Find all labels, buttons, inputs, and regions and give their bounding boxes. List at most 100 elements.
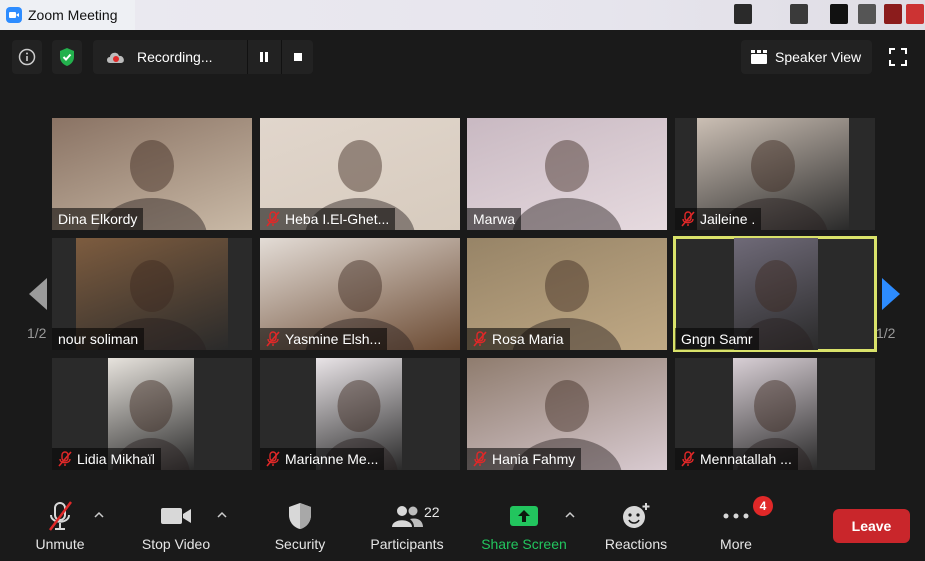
participant-name: Yasmine Elsh... xyxy=(285,331,382,347)
more-ellipsis-icon xyxy=(723,513,749,519)
reactions-smiley-icon xyxy=(623,503,650,528)
mic-muted-icon xyxy=(681,451,695,467)
speaker-view-icon xyxy=(751,50,767,64)
previous-page-arrow[interactable] xyxy=(25,274,51,314)
recording-indicator: Recording... xyxy=(93,40,313,74)
participant-name-label: Rosa Maria xyxy=(467,328,570,350)
more-label: More xyxy=(720,536,752,552)
participant-name-label: Lidia Mikhaïl xyxy=(52,448,161,470)
info-icon xyxy=(18,48,36,66)
participant-name-label: Jaileine . xyxy=(675,208,762,230)
video-options-chevron-up-icon[interactable] xyxy=(217,510,227,520)
share-screen-arrow-icon xyxy=(510,506,538,526)
mic-muted-icon xyxy=(473,451,487,467)
participant-name-label: Yasmine Elsh... xyxy=(260,328,388,350)
participant-name: Rosa Maria xyxy=(492,331,564,347)
participant-tile[interactable]: Marianne Me... xyxy=(260,358,460,470)
mic-muted-icon xyxy=(681,211,695,227)
bg-app-swatch xyxy=(790,4,808,24)
participants-button[interactable]: Participants xyxy=(364,490,450,561)
share-screen-label: Share Screen xyxy=(481,536,567,552)
unmute-label: Unmute xyxy=(35,536,85,552)
page-indicator-left: 1/2 xyxy=(27,325,47,341)
mic-muted-icon xyxy=(58,451,72,467)
mic-muted-icon xyxy=(266,211,280,227)
participant-name-label: Hania Fahmy xyxy=(467,448,582,470)
title-bar: Zoom Meeting xyxy=(0,0,925,30)
meeting-info-button[interactable] xyxy=(12,40,42,74)
unmute-button[interactable]: Unmute xyxy=(28,490,92,561)
mic-muted-icon xyxy=(266,331,280,347)
zoom-app-icon xyxy=(6,7,22,23)
participants-label: Participants xyxy=(370,536,444,552)
participant-tile[interactable]: Dina Elkordy xyxy=(52,118,252,230)
participant-name: Heba I.El-Ghet... xyxy=(285,211,390,227)
participant-tile[interactable]: Rosa Maria xyxy=(467,238,667,350)
audio-options-chevron-up-icon[interactable] xyxy=(94,510,104,520)
next-page-arrow[interactable] xyxy=(878,274,904,314)
meeting-toolbar: Unmute Stop Video Security Participants xyxy=(0,490,925,561)
participant-name: Lidia Mikhaïl xyxy=(77,451,155,467)
bg-app-swatch xyxy=(906,4,924,24)
participant-tile[interactable]: Yasmine Elsh... xyxy=(260,238,460,350)
speaker-view-button[interactable]: Speaker View xyxy=(741,40,872,74)
chevron-right-icon xyxy=(882,278,900,310)
reactions-button[interactable]: Reactions xyxy=(600,490,672,561)
participant-name-label: Marianne Me... xyxy=(260,448,385,470)
speaker-view-label: Speaker View xyxy=(775,49,862,65)
participant-name-label: Gngn Samr xyxy=(675,328,759,350)
mic-muted-icon xyxy=(266,451,280,467)
share-options-chevron-up-icon[interactable] xyxy=(565,510,575,520)
participant-tile[interactable]: Mennatallah ... xyxy=(675,358,875,470)
recording-label: Recording... xyxy=(137,49,213,65)
participant-tile[interactable]: Marwa xyxy=(467,118,667,230)
participant-name: Mennatallah ... xyxy=(700,451,792,467)
encryption-shield-button[interactable] xyxy=(52,40,82,74)
pause-recording-button[interactable] xyxy=(247,40,279,74)
video-camera-icon xyxy=(161,508,191,524)
participants-count: 22 xyxy=(424,504,440,520)
participant-tile[interactable]: Lidia Mikhaïl xyxy=(52,358,252,470)
participant-tile[interactable]: Gngn Samr xyxy=(673,236,877,352)
chevron-left-icon xyxy=(29,278,47,310)
participant-tile[interactable]: Hania Fahmy xyxy=(467,358,667,470)
window-title: Zoom Meeting xyxy=(28,7,118,23)
participant-name-label: nour soliman xyxy=(52,328,145,350)
security-button[interactable]: Security xyxy=(268,490,332,561)
bg-app-swatch xyxy=(734,4,752,24)
more-notification-badge: 4 xyxy=(753,496,773,516)
participant-tile[interactable]: nour soliman xyxy=(52,238,252,350)
participant-name: Marianne Me... xyxy=(285,451,379,467)
bg-app-swatch xyxy=(858,4,876,24)
participant-name: Gngn Samr xyxy=(681,331,753,347)
participants-icon xyxy=(392,506,423,527)
stop-video-button[interactable]: Stop Video xyxy=(136,490,216,561)
bg-app-swatch xyxy=(830,4,848,24)
participant-tile[interactable]: Jaileine . xyxy=(675,118,875,230)
microphone-muted-icon xyxy=(49,501,72,531)
reactions-label: Reactions xyxy=(604,536,668,552)
cloud-recording-icon xyxy=(107,52,124,63)
mic-muted-icon xyxy=(473,331,487,347)
security-shield-icon xyxy=(289,503,311,529)
security-label: Security xyxy=(274,536,326,552)
pause-icon xyxy=(259,52,268,62)
bg-app-swatch xyxy=(884,4,902,24)
stop-video-label: Stop Video xyxy=(141,536,211,552)
leave-button[interactable]: Leave xyxy=(833,509,910,543)
participant-name-label: Mennatallah ... xyxy=(675,448,798,470)
fullscreen-button[interactable] xyxy=(882,40,914,74)
participant-name: Dina Elkordy xyxy=(58,211,138,227)
participant-name: Marwa xyxy=(473,211,516,227)
participant-name-label: Heba I.El-Ghet... xyxy=(260,208,396,230)
participant-name-label: Marwa xyxy=(467,208,522,230)
share-screen-button[interactable]: Share Screen xyxy=(476,490,572,561)
participant-name: Jaileine . xyxy=(700,211,756,227)
participant-name: Hania Fahmy xyxy=(492,451,576,467)
participant-tile[interactable]: Heba I.El-Ghet... xyxy=(260,118,460,230)
stop-recording-button[interactable] xyxy=(281,40,313,74)
stop-icon xyxy=(293,53,302,61)
participant-name: nour soliman xyxy=(58,331,139,347)
page-indicator-right: 1/2 xyxy=(876,325,896,341)
shield-check-icon xyxy=(60,48,74,66)
